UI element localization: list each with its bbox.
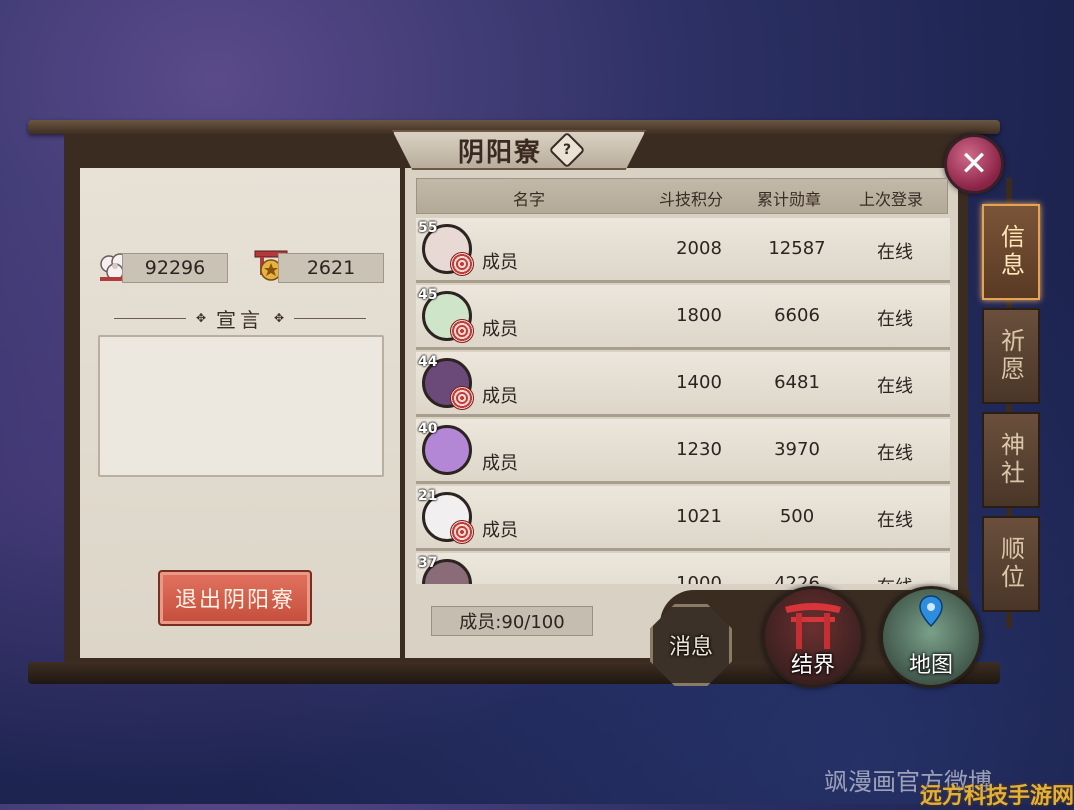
tab-info[interactable]: 信息 [982, 204, 1040, 300]
status-cell: 在线 [877, 376, 913, 397]
level-badge: 55 [418, 220, 438, 236]
flower-count: 92296 [122, 253, 228, 283]
medals-cell: 12587 [768, 238, 826, 259]
declaration-title-bar: ✥ 宣言 ✥ [100, 304, 380, 332]
status-cell: 在线 [850, 573, 940, 584]
score-cell: 1230 [676, 439, 722, 460]
member-count: 成员:90/100 [431, 606, 593, 636]
table-row[interactable]: 45 成员 1800 6606 在线 [416, 285, 950, 350]
level-badge: 45 [418, 287, 438, 303]
watermark-site: 远方科技手游网 [920, 784, 1074, 809]
member-role: 成员 [482, 319, 518, 340]
header-name: 名字 [513, 190, 546, 209]
table-row[interactable]: 44 成员 1400 6481 在线 [416, 352, 950, 417]
tab-label: 神社 [996, 432, 1025, 488]
rank-badge-icon [450, 252, 474, 276]
merit-count: 2621 [278, 253, 384, 283]
medals-cell: 3970 [774, 439, 820, 460]
barrier-button[interactable]: 结界 [762, 586, 864, 688]
map-button[interactable]: 地图 [880, 586, 982, 688]
level-badge: 21 [418, 488, 438, 504]
header-medals: 累计勋章 [757, 190, 822, 209]
tab-prayer[interactable]: 祈愿 [982, 308, 1040, 404]
title-plaque: 阴阳寮 ? [392, 130, 646, 170]
level-badge: 37 [418, 555, 438, 571]
help-symbol: ? [562, 142, 572, 158]
medals-cell: 4226 [774, 573, 820, 584]
close-button[interactable]: ✕ [944, 134, 1004, 194]
leave-guild-button[interactable]: 退出阴阳寮 [158, 570, 312, 626]
score-cell: 1000 [676, 573, 722, 584]
map-pin-icon [919, 595, 943, 627]
rank-badge-icon [450, 386, 474, 410]
barrier-label: 结界 [790, 653, 835, 678]
divider-right [294, 317, 367, 319]
declaration-textbox[interactable] [98, 335, 384, 477]
tab-shrine[interactable]: 神社 [982, 412, 1040, 508]
tab-label: 信息 [996, 224, 1025, 280]
medals-cell: 6481 [774, 372, 820, 393]
divider-left [113, 317, 186, 319]
status-cell: 在线 [877, 510, 913, 531]
rank-badge-icon [450, 520, 474, 544]
member-list[interactable]: 55 成员 2008 12587 在线 45 成员 1800 6606 在线 4… [416, 218, 952, 584]
rank-badge-icon [450, 319, 474, 343]
table-row[interactable]: 55 成员 2008 12587 在线 [416, 218, 950, 283]
table-row[interactable]: 37 1000 4226 在线 [416, 553, 950, 584]
torii-icon [785, 603, 841, 649]
level-badge: 44 [418, 354, 438, 370]
medals-cell: 500 [779, 506, 815, 527]
score-cell: 1400 [676, 372, 722, 393]
table-header: 名字 斗技积分 累计勋章 上次登录 [416, 178, 948, 214]
table-row[interactable]: 40 成员 1230 3970 在线 [416, 419, 950, 484]
map-label: 地图 [908, 653, 953, 678]
help-icon[interactable]: ? [548, 131, 586, 169]
status-cell: 在线 [877, 242, 913, 263]
table-row[interactable]: 21 成员 1021 500 在线 [416, 486, 950, 551]
header-score: 斗技积分 [659, 190, 724, 209]
score-cell: 1800 [676, 305, 722, 326]
level-badge: 40 [418, 421, 438, 437]
score-cell: 1021 [676, 506, 722, 527]
tab-label: 顺位 [996, 536, 1025, 592]
member-role: 成员 [482, 453, 518, 474]
page-title: 阴阳寮 [457, 137, 542, 168]
tab-label: 祈愿 [996, 328, 1025, 384]
declaration-title: 宣言 [216, 307, 264, 332]
score-cell: 2008 [676, 238, 722, 259]
message-label: 消息 [668, 635, 713, 660]
close-icon: ✕ [959, 144, 989, 184]
status-cell: 在线 [877, 443, 913, 464]
diamond-icon: ✥ [195, 311, 206, 325]
header-last-login: 上次登录 [859, 190, 924, 209]
member-role: 成员 [482, 520, 518, 541]
medals-cell: 6606 [774, 305, 820, 326]
status-cell: 在线 [877, 309, 913, 330]
diamond-icon: ✥ [274, 311, 285, 325]
tab-ranking[interactable]: 顺位 [982, 516, 1040, 612]
member-role: 成员 [482, 252, 518, 273]
member-role: 成员 [482, 386, 518, 407]
